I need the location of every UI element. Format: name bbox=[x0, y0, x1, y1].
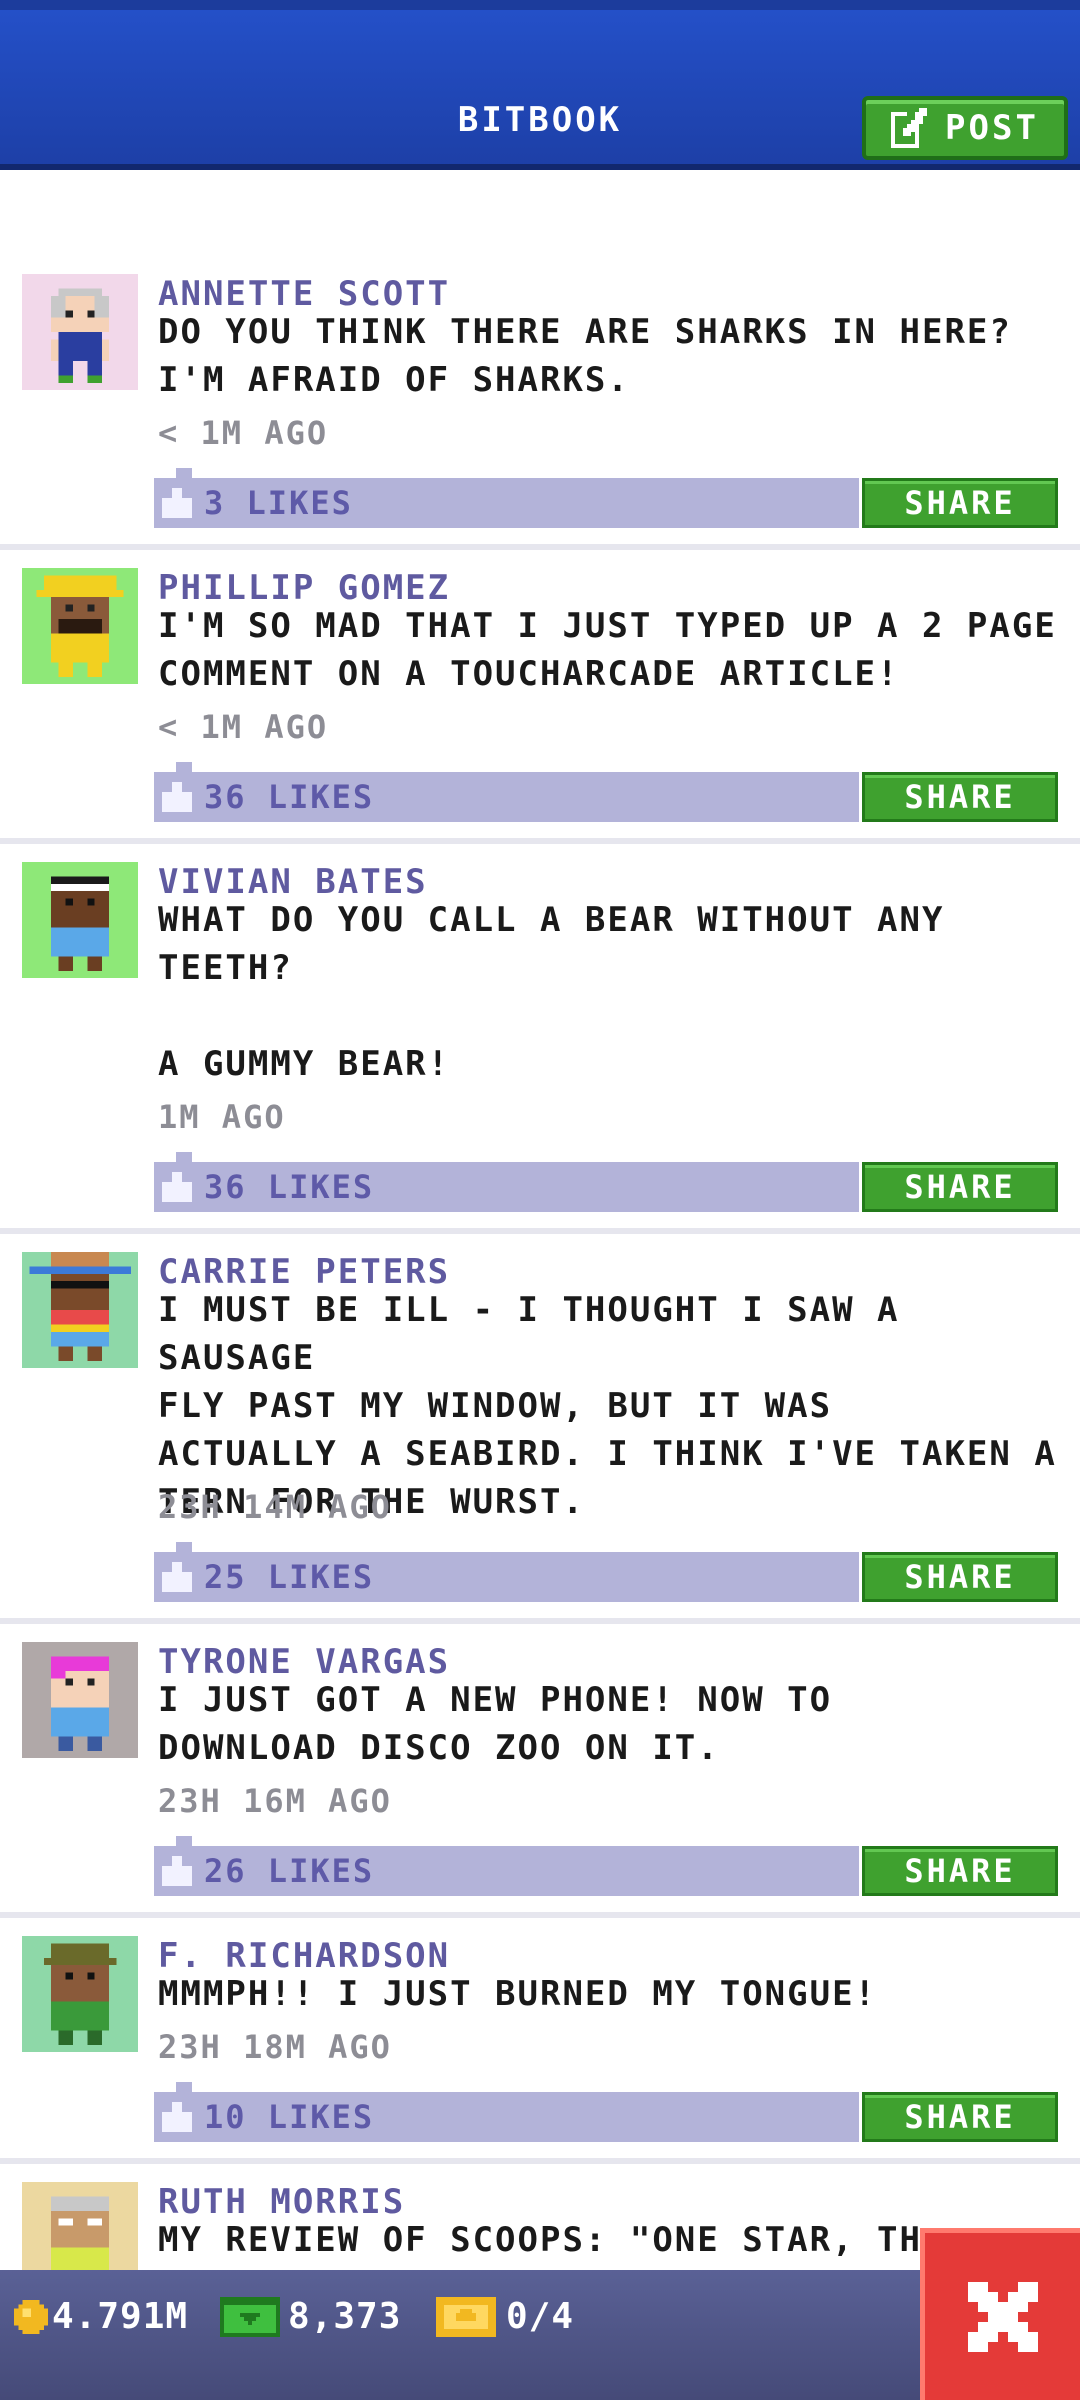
post-time: 23H 18M AGO bbox=[158, 2028, 392, 2066]
share-button[interactable]: SHARE bbox=[862, 2092, 1058, 2142]
thumb-icon bbox=[162, 1562, 192, 1592]
share-button[interactable]: SHARE bbox=[862, 478, 1058, 528]
cash-display: 8,373 bbox=[220, 2296, 401, 2337]
close-icon bbox=[967, 2281, 1038, 2352]
ticket-icon bbox=[436, 2296, 496, 2337]
share-button[interactable]: SHARE bbox=[862, 772, 1058, 822]
likes-bar-notch bbox=[176, 2082, 192, 2092]
avatar bbox=[22, 1642, 138, 1758]
likes-bar-notch bbox=[176, 1542, 192, 1552]
likes-bar[interactable]: 3 LIKES bbox=[154, 478, 859, 528]
thumb-icon bbox=[162, 782, 192, 812]
divider bbox=[0, 2158, 1080, 2164]
post-text: I JUST GOT A NEW PHONE! NOW TO DOWNLOAD … bbox=[158, 1680, 833, 1768]
tickets-value: 0/4 bbox=[506, 2296, 575, 2337]
coins-value: 4.791M bbox=[52, 2296, 189, 2337]
post-time: 23H 14M AGO bbox=[158, 1488, 392, 1526]
likes-bar[interactable]: 36 LIKES bbox=[154, 772, 859, 822]
divider bbox=[0, 1228, 1080, 1234]
post-button-label: POST bbox=[945, 108, 1039, 148]
post-time: 23H 16M AGO bbox=[158, 1782, 392, 1820]
cash-icon bbox=[220, 2296, 280, 2337]
likes-count: 10 LIKES bbox=[204, 2098, 375, 2136]
share-button[interactable]: SHARE bbox=[862, 1162, 1058, 1212]
thumb-icon bbox=[162, 1856, 192, 1886]
thumb-icon bbox=[162, 1172, 192, 1202]
likes-count: 26 LIKES bbox=[204, 1852, 375, 1890]
likes-bar[interactable]: 10 LIKES bbox=[154, 2092, 859, 2142]
share-button[interactable]: SHARE bbox=[862, 1552, 1058, 1602]
app-header: BITBOOK POST bbox=[0, 0, 1080, 170]
coin-icon bbox=[14, 2299, 48, 2334]
divider bbox=[0, 1912, 1080, 1918]
likes-count: 36 LIKES bbox=[204, 1168, 375, 1206]
post-time: 1M AGO bbox=[158, 1098, 286, 1136]
likes-bar[interactable]: 26 LIKES bbox=[154, 1846, 859, 1896]
tickets-display: 0/4 bbox=[436, 2296, 574, 2337]
avatar bbox=[22, 568, 138, 684]
post-time: < 1M AGO bbox=[158, 414, 329, 452]
divider bbox=[0, 1618, 1080, 1624]
thumb-icon bbox=[162, 488, 192, 518]
likes-bar-notch bbox=[176, 468, 192, 478]
share-button[interactable]: SHARE bbox=[862, 1846, 1058, 1896]
divider bbox=[0, 838, 1080, 844]
avatar bbox=[22, 1252, 138, 1368]
edit-icon bbox=[891, 108, 928, 148]
likes-count: 36 LIKES bbox=[204, 778, 375, 816]
cash-value: 8,373 bbox=[288, 2296, 402, 2337]
avatar bbox=[22, 274, 138, 390]
likes-bar-notch bbox=[176, 762, 192, 772]
avatar bbox=[22, 862, 138, 978]
close-button[interactable] bbox=[920, 2228, 1080, 2400]
post-text: I'M SO MAD THAT I JUST TYPED UP A 2 PAGE… bbox=[158, 606, 1057, 694]
post-text: MMMPH!! I JUST BURNED MY TONGUE! bbox=[158, 1974, 878, 2014]
likes-bar[interactable]: 25 LIKES bbox=[154, 1552, 859, 1602]
likes-bar-notch bbox=[176, 1152, 192, 1162]
post-text: WHAT DO YOU CALL A BEAR WITHOUT ANY TEET… bbox=[158, 900, 945, 1084]
post-text: DO YOU THINK THERE ARE SHARKS IN HERE? I… bbox=[158, 312, 1012, 400]
post-time: < 1M AGO bbox=[158, 708, 329, 746]
divider bbox=[0, 544, 1080, 550]
likes-bar-notch bbox=[176, 1836, 192, 1846]
likes-count: 3 LIKES bbox=[204, 484, 353, 522]
coins-display: 4.791M bbox=[14, 2296, 188, 2337]
avatar bbox=[22, 1936, 138, 2052]
thumb-icon bbox=[162, 2102, 192, 2132]
likes-bar[interactable]: 36 LIKES bbox=[154, 1162, 859, 1212]
likes-count: 25 LIKES bbox=[204, 1558, 375, 1596]
post-button[interactable]: POST bbox=[862, 96, 1068, 160]
